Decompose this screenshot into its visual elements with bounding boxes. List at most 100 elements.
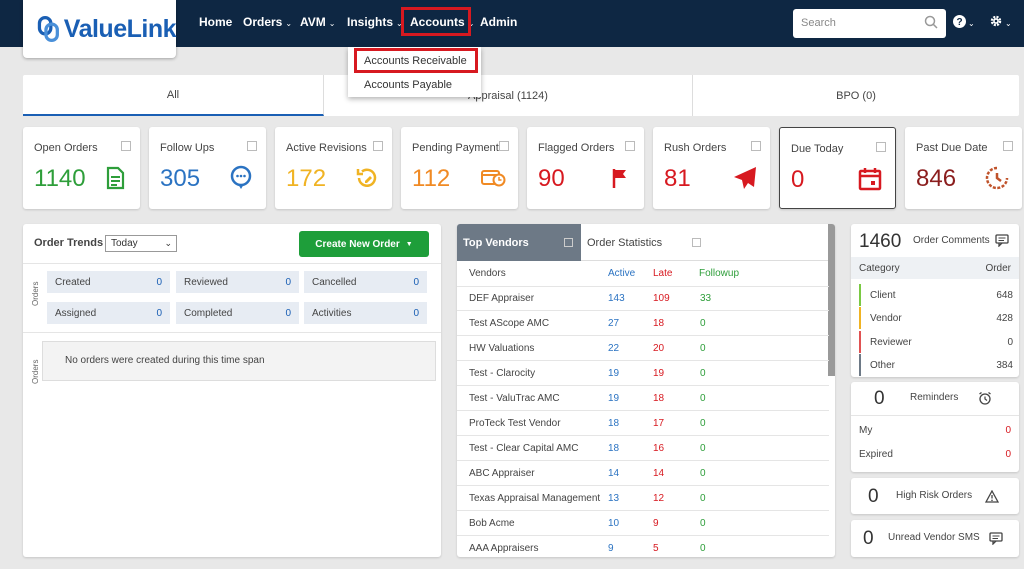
period-select[interactable]: Today ⌄: [105, 235, 177, 252]
external-link-icon[interactable]: [625, 141, 635, 151]
table-row[interactable]: Test - Clarocity 19 19 0: [457, 361, 829, 386]
vendor-name: Test - ValuTrac AMC: [469, 393, 560, 404]
chevron-down-icon: ⌄: [328, 19, 336, 28]
card-follow-ups[interactable]: Follow Ups 305: [149, 127, 266, 209]
stat-assigned[interactable]: Assigned 0: [47, 302, 170, 324]
stat-activities[interactable]: Activities 0: [304, 302, 427, 324]
nav-avm[interactable]: AVM ⌄: [300, 15, 335, 29]
table-row[interactable]: HW Valuations 22 20 0: [457, 336, 829, 361]
stat-label: Cancelled: [312, 277, 357, 288]
vendor-tabs: Top Vendors Order Statistics: [457, 224, 835, 261]
external-link-icon[interactable]: [373, 141, 383, 151]
high-risk-count: 0: [868, 486, 879, 507]
vendor-active: 9: [608, 543, 614, 554]
table-row[interactable]: ProTeck Test Vendor 18 17 0: [457, 411, 829, 436]
col-header-active: Active: [608, 268, 636, 279]
stat-value: 0: [413, 308, 419, 319]
table-row[interactable]: Test AScope AMC 27 18 0: [457, 311, 829, 336]
card-label: Due Today: [791, 143, 844, 155]
stat-cancelled[interactable]: Cancelled 0: [304, 271, 427, 293]
external-link-icon[interactable]: [1003, 141, 1013, 151]
category-label: Reviewer: [870, 337, 912, 348]
tab-all[interactable]: All: [23, 75, 324, 116]
vendor-late: 109: [653, 293, 670, 304]
card-label: Follow Ups: [160, 142, 215, 154]
divider: [851, 415, 1019, 416]
comments-table-header: Category Order: [851, 257, 1019, 279]
stat-reviewed[interactable]: Reviewed 0: [176, 271, 299, 293]
table-row[interactable]: Texas Appraisal Management 13 12 0: [457, 486, 829, 511]
card-active-revisions[interactable]: Active Revisions 172: [275, 127, 392, 209]
card-rush-orders[interactable]: Rush Orders 81: [653, 127, 770, 209]
nav-orders[interactable]: Orders ⌄: [243, 15, 292, 29]
card-flagged-orders[interactable]: Flagged Orders 90: [527, 127, 644, 209]
card-past-due-date[interactable]: Past Due Date 846: [905, 127, 1022, 209]
comment-category-vendor[interactable]: Vendor 428: [859, 307, 1013, 329]
order-comments-panel[interactable]: 1460 Order Comments Category Order Clien…: [851, 224, 1019, 377]
stat-value: 0: [156, 277, 162, 288]
comment-category-other[interactable]: Other 384: [859, 354, 1013, 376]
comments-label: Order Comments: [913, 235, 990, 246]
vendor-followup: 33: [700, 293, 712, 304]
external-link-icon[interactable]: [692, 238, 701, 247]
stat-label: Created: [55, 277, 91, 288]
comment-category-reviewer[interactable]: Reviewer 0: [859, 331, 1013, 353]
table-row[interactable]: Test - ValuTrac AMC 19 18 0: [457, 386, 829, 411]
help-menu[interactable]: ? ⌄: [953, 14, 975, 29]
external-link-icon[interactable]: [499, 141, 509, 151]
chain-link-logo-icon: [37, 15, 59, 43]
card-label: Rush Orders: [664, 142, 727, 154]
vendor-active: 13: [608, 493, 620, 504]
card-due-today[interactable]: Due Today 0: [779, 127, 896, 209]
accounts-receivable-highlight-box: [354, 48, 478, 73]
reminders-expired-value[interactable]: 0: [1005, 449, 1011, 460]
reminders-panel[interactable]: 0 Reminders My 0 Expired 0: [851, 382, 1019, 472]
comment-category-client[interactable]: Client 648: [859, 284, 1013, 306]
search-input[interactable]: Search: [793, 9, 946, 38]
card-open-orders[interactable]: Open Orders 1140: [23, 127, 140, 209]
valuelink-logo[interactable]: ValueLink: [23, 0, 177, 58]
tab-top-vendors[interactable]: Top Vendors: [457, 224, 581, 261]
high-risk-orders-panel[interactable]: 0 High Risk Orders: [851, 478, 1019, 514]
external-link-icon[interactable]: [876, 142, 886, 152]
chat-bubble-icon: [230, 165, 252, 189]
stat-completed[interactable]: Completed 0: [176, 302, 299, 324]
table-row[interactable]: Bob Acme 10 9 0: [457, 511, 829, 536]
stat-value: 0: [413, 277, 419, 288]
table-row[interactable]: AAA Appraisers 9 5 0: [457, 536, 829, 557]
external-link-icon[interactable]: [751, 141, 761, 151]
vendor-followup: 0: [700, 468, 706, 479]
stat-value: 0: [285, 277, 291, 288]
order-type-tabs: All Appraisal (1124) BPO (0): [23, 75, 1019, 116]
settings-menu[interactable]: ⌄: [989, 14, 1012, 29]
vendors-scrollbar[interactable]: [828, 224, 835, 376]
nav-insights-label: Insights: [347, 15, 394, 29]
external-link-icon[interactable]: [247, 141, 257, 151]
card-label: Past Due Date: [916, 142, 988, 154]
unread-vendor-sms-panel[interactable]: 0 Unread Vendor SMS: [851, 520, 1019, 557]
table-row[interactable]: ABC Appraiser 14 14 0: [457, 461, 829, 486]
category-label: Other: [870, 360, 896, 371]
external-link-icon[interactable]: [121, 141, 131, 151]
table-row[interactable]: DEF Appraiser 143 109 33: [457, 286, 829, 311]
nav-admin[interactable]: Admin: [480, 15, 517, 29]
reminders-my-value[interactable]: 0: [1005, 425, 1011, 436]
create-new-order-label: Create New Order: [315, 238, 400, 250]
tab-label: Order Statistics: [587, 237, 663, 249]
nav-home[interactable]: Home: [199, 15, 232, 29]
col-header-order: Order: [985, 263, 1011, 274]
vendor-late: 18: [653, 318, 665, 329]
tab-bpo[interactable]: BPO (0): [693, 75, 1019, 116]
menu-item-accounts-payable[interactable]: Accounts Payable: [364, 79, 452, 91]
create-new-order-button[interactable]: Create New Order ▼: [299, 231, 429, 257]
table-row[interactable]: Test - Clear Capital AMC 18 16 0: [457, 436, 829, 461]
card-label: Pending Payment: [412, 142, 499, 154]
stat-created[interactable]: Created 0: [47, 271, 170, 293]
tab-order-statistics[interactable]: Order Statistics: [587, 237, 662, 249]
category-value: 0: [1007, 337, 1013, 348]
vendor-followup: 0: [700, 443, 706, 454]
card-label: Active Revisions: [286, 142, 367, 154]
external-link-icon[interactable]: [564, 238, 573, 247]
nav-insights[interactable]: Insights ⌄: [347, 15, 403, 29]
card-pending-payment[interactable]: Pending Payment 112: [401, 127, 518, 209]
